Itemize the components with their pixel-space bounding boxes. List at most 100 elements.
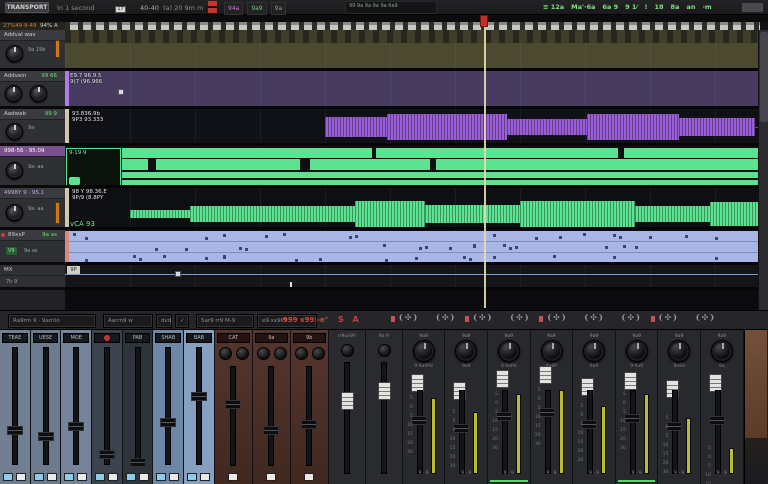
strip-fader-track[interactable] (629, 390, 636, 474)
strip-button-white[interactable] (77, 473, 88, 481)
mixer-strip-1[interactable]: 9a9 9·9a9Pd 5 0 5 10 15 20 30 9 · 9 (402, 330, 446, 484)
lane-track-1[interactable] (65, 30, 758, 71)
track-6-midi-item[interactable] (65, 231, 758, 262)
strip-fader-track[interactable] (587, 390, 594, 474)
strip-knob[interactable] (235, 347, 249, 360)
strip-button-cyan[interactable] (125, 473, 136, 481)
track-5-volume-knob[interactable] (6, 204, 23, 221)
strip-button-cyan[interactable] (33, 473, 44, 481)
toolbar-toggle[interactable]: 6a 9 (602, 3, 618, 11)
strip-fader-cap[interactable] (37, 432, 54, 441)
mixer-dropdown[interactable]: 5ar9 rr9 M-9 (196, 314, 254, 328)
mixer-strip-5[interactable]: 9a9 9a9 5 0 5 10 15 20 30 9 · 9 (573, 330, 616, 484)
track-5-name[interactable]: 4998Y 9 · 95.1 (0, 188, 65, 199)
strip-knob[interactable] (256, 347, 270, 360)
mixer-strip-2[interactable]: 9a9 9a9 5 0 5 10 15 20 30 9 · 9 (445, 330, 488, 484)
strip-fader-track[interactable] (380, 362, 387, 474)
strip-button-cyan[interactable] (64, 473, 75, 481)
mixer-strip-red-2[interactable]: 9a (252, 330, 291, 484)
strip-knob[interactable] (377, 344, 391, 357)
tcp-track-3[interactable]: Aadwab 99 9 9a· (0, 109, 65, 146)
strip-fader-cap[interactable] (410, 416, 427, 425)
track-6-name[interactable]: 89xxP 9a as (0, 230, 65, 241)
track-2-pan-knob[interactable] (30, 85, 47, 102)
strip-fader-track[interactable] (268, 366, 275, 466)
lane-track-2[interactable]: E9.7 96.9.5 9(7 (96.966 (65, 71, 758, 109)
strip-pan-icon[interactable]: ❨✣❩ (435, 313, 455, 322)
tcp-track-1[interactable]: Addval wav 9a 19b (0, 30, 65, 71)
strip-fader-cap[interactable] (496, 412, 512, 421)
strip-fader-cap[interactable] (68, 422, 85, 431)
toolbar-chip[interactable]: 9a9 (247, 2, 267, 15)
vertical-scrollbar[interactable] (758, 30, 768, 310)
strip-button-cyan[interactable] (95, 473, 106, 481)
solo-rec-indicator[interactable]: S A (338, 315, 362, 324)
strip-fader-cap[interactable] (190, 392, 207, 401)
strip-knob[interactable] (294, 347, 308, 360)
mixer-dropdown[interactable]: Ra9rrn 9 · 9arrlio (8, 314, 96, 328)
strip-pan-knob[interactable] (498, 340, 520, 362)
track-6-recarm[interactable] (1, 233, 5, 237)
arrange-area[interactable]: E9.7 96.9.5 9(7 (96.966 93.836.9b 9P3 93… (65, 30, 758, 310)
toolbar-chip[interactable]: 9a (270, 2, 287, 15)
track-4-volume-knob[interactable] (6, 162, 23, 179)
strip-pan-icon[interactable]: ❨✣❩ (650, 313, 678, 322)
tcp-track-2[interactable]: Addvein 99 66 (0, 71, 65, 109)
strip-knob[interactable] (311, 347, 325, 360)
strip-button-white[interactable] (46, 473, 57, 481)
strip-knob[interactable] (273, 347, 287, 360)
strip-fader-track[interactable] (195, 347, 202, 465)
strip-fader-cap[interactable] (666, 422, 683, 431)
strip-pan-knob[interactable] (583, 340, 606, 362)
strip-pan-icon[interactable]: ❨✣❩ (584, 313, 604, 322)
lane-track-3[interactable]: 93.836.9b 9P3 93.333 (65, 109, 758, 146)
strip-fx-slider[interactable] (496, 370, 509, 388)
toolbar-end-button[interactable] (741, 2, 764, 13)
strip-fader-track[interactable] (165, 347, 172, 465)
strip-button-white[interactable] (227, 473, 238, 481)
strip-button-white[interactable] (303, 473, 314, 481)
track-3-volume-knob[interactable] (6, 123, 23, 140)
strip-fader-cap[interactable] (340, 392, 354, 410)
mixer-strip-bus-2[interactable]: 9a 9 (365, 330, 403, 484)
strip-fader-cap[interactable] (301, 420, 318, 429)
strip-fader-track[interactable] (230, 366, 237, 466)
lane-track-6[interactable] (65, 230, 758, 265)
strip-pan-icon[interactable]: ❨✣❩ (390, 313, 418, 322)
strip-fader-cap[interactable] (98, 450, 115, 459)
mixer-strip-left-5[interactable]: PAB (122, 330, 154, 484)
strip-pan-knob[interactable] (625, 340, 648, 362)
strip-fader-track[interactable] (502, 390, 508, 474)
tcp-track-5[interactable]: 4998Y 9 · 95.1 9a· aa (0, 188, 65, 230)
strip-fx-slider[interactable] (538, 366, 552, 384)
strip-fader-track[interactable] (416, 390, 423, 474)
mixer-strip-3[interactable]: 9a9 9·9aPd 5 0 5 10 15 20 30 9 · 9 (488, 330, 531, 484)
strip-fader-track[interactable] (343, 362, 350, 474)
mixer-strip-red-3[interactable]: 9b (290, 330, 329, 484)
toolbar-toggle[interactable]: ·m (702, 3, 711, 11)
toolbar-toggle[interactable]: 18 (654, 3, 663, 11)
mixer-strip-4[interactable]: 9a99a9P505101520309 · 9 (530, 330, 574, 484)
strip-pan-knob[interactable] (412, 340, 435, 362)
transport-button[interactable]: TRANSPORT (5, 2, 49, 13)
mixer-strip-6[interactable]: 9a9 9·9a9 5 0 5 10 15 20 30 9 · 9 (615, 330, 659, 484)
track-2-volume-knob[interactable] (5, 85, 22, 102)
strip-button-cyan[interactable] (3, 473, 13, 481)
strip-pan-icon[interactable]: ❨✣❩ (509, 313, 529, 322)
strip-button-white[interactable] (169, 473, 180, 481)
strip-fader-track[interactable] (544, 390, 551, 474)
strip-fader-cap[interactable] (377, 382, 391, 400)
track-4-name[interactable]: 998-56 · 95.09 (0, 146, 65, 157)
mixer-strip-left-4[interactable] (92, 330, 123, 484)
strip-fader-track[interactable] (714, 390, 721, 474)
strip-button-white[interactable] (108, 473, 119, 481)
strip-fader-cap[interactable] (623, 414, 640, 423)
toolbar-chip[interactable]: 94a (224, 2, 244, 15)
strip-fader-track[interactable] (672, 390, 679, 474)
track-4-item-box[interactable]: 9·19·9 (66, 148, 121, 185)
strip-fader-track[interactable] (103, 347, 110, 465)
strip-button-cyan[interactable] (156, 473, 167, 481)
timeline-ruler[interactable] (65, 22, 760, 30)
strip-fx-slider[interactable] (623, 372, 637, 390)
strip-fader-track[interactable] (134, 347, 141, 465)
